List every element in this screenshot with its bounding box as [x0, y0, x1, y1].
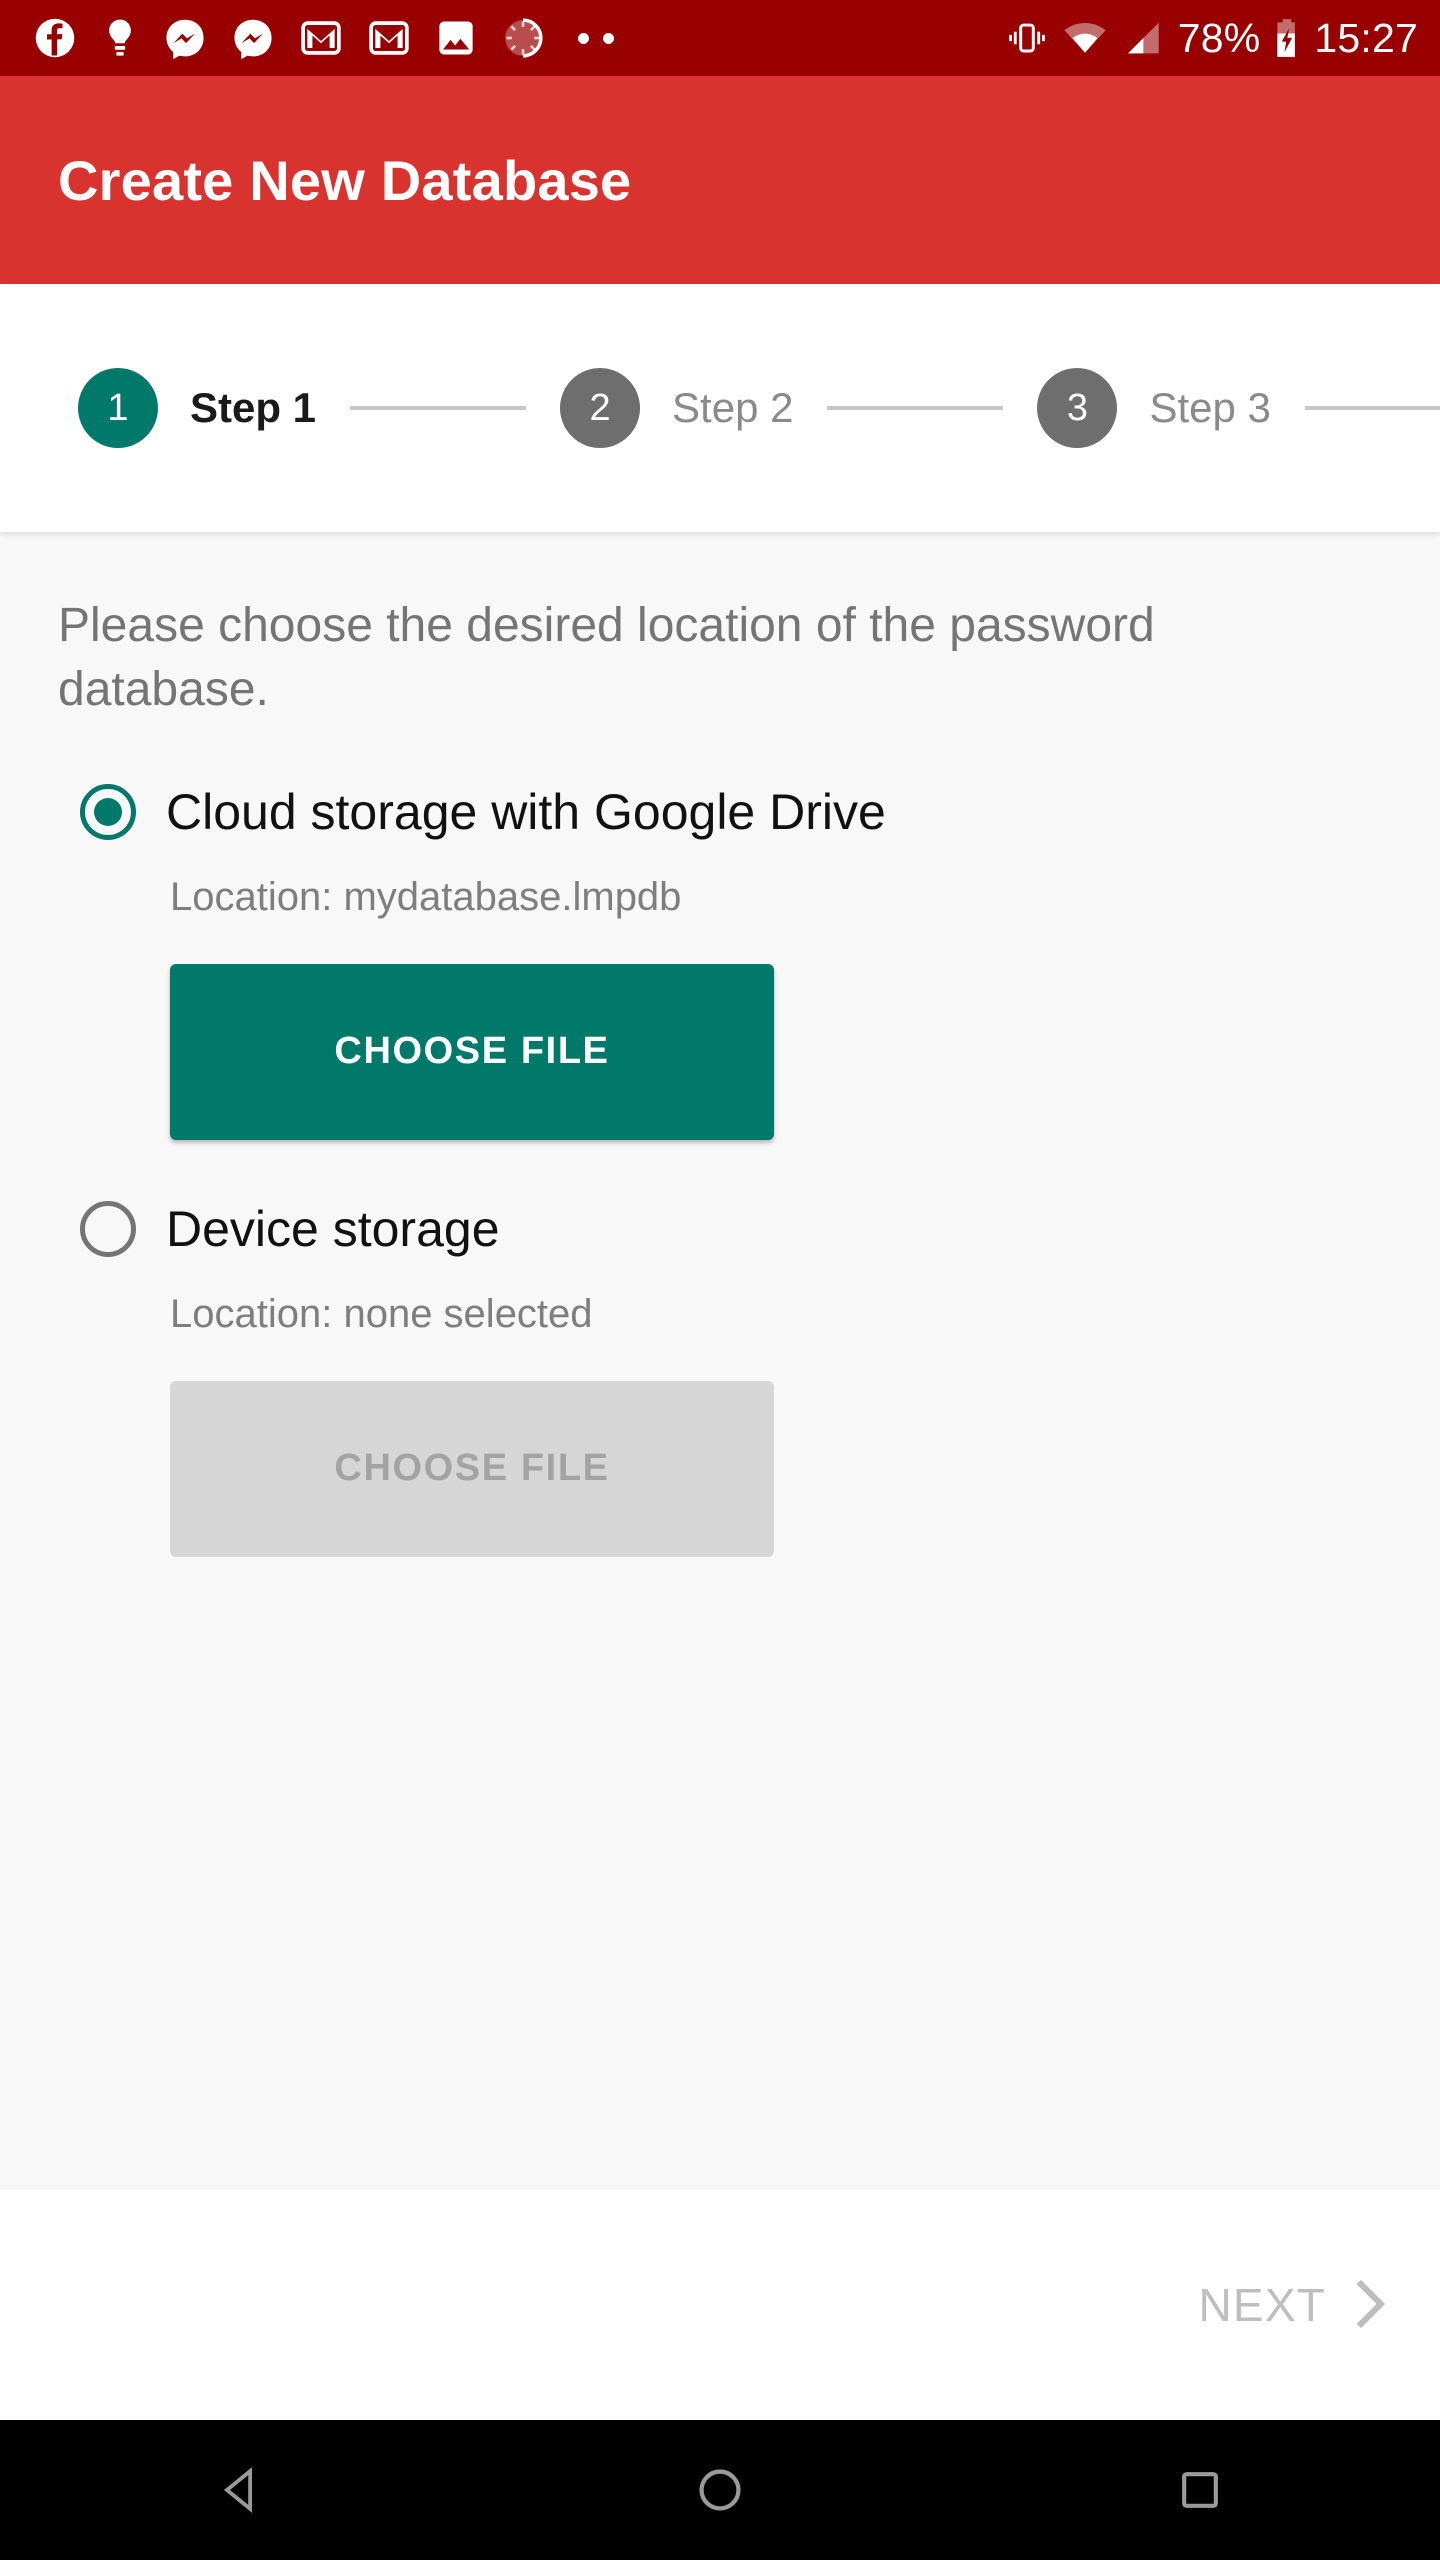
next-button[interactable]: NEXT	[1199, 2277, 1392, 2334]
cloud-storage-location: Location: mydatabase.lmpdb	[170, 874, 682, 919]
chevron-right-icon	[1348, 2277, 1392, 2334]
cellular-signal-icon	[1122, 17, 1164, 59]
step-connector	[827, 406, 1004, 410]
step-2-number: 2	[560, 368, 641, 448]
recents-square-icon[interactable]	[1100, 2420, 1300, 2560]
stepper-step-2[interactable]: 2 Step 2	[560, 368, 793, 448]
choose-file-button-cloud[interactable]: CHOOSE FILE	[170, 963, 774, 1140]
battery-percent-label: 78%	[1177, 14, 1261, 61]
instruction-text: Please choose the desired location of th…	[58, 599, 1155, 717]
radio-unselected-icon[interactable]	[80, 1200, 136, 1257]
status-indicators: 78% 15:27	[1006, 17, 1418, 59]
radio-selected-icon[interactable]	[80, 783, 136, 840]
stepper: 1 Step 1 2 Step 2 3 Step 3	[0, 284, 1440, 532]
page-title: Create New Database	[58, 148, 632, 212]
photo-icon	[436, 17, 476, 59]
battery-charging-icon	[1274, 17, 1300, 59]
stepper-step-3[interactable]: 3 Step 3	[1037, 368, 1271, 448]
gmail-icon	[300, 17, 342, 59]
bottom-bar: NEXT	[0, 2190, 1440, 2420]
cloud-storage-label: Cloud storage with Google Drive	[166, 783, 886, 840]
wifi-icon	[1062, 17, 1108, 59]
step-connector	[350, 406, 527, 410]
next-button-label: NEXT	[1198, 2279, 1326, 2331]
status-bar: 78% 15:27	[0, 0, 1440, 76]
gmail-icon	[368, 17, 410, 59]
facebook-icon	[34, 17, 76, 59]
vibrate-icon	[1006, 17, 1048, 59]
android-nav-bar	[0, 2420, 1440, 2560]
radio-dot	[94, 797, 122, 826]
notification-icons	[34, 17, 622, 59]
storage-option-device: Device storage Location: none selected C…	[58, 1200, 1382, 1557]
radio-option-device[interactable]: Device storage	[58, 1200, 1382, 1258]
messenger-icon	[164, 17, 206, 59]
radio-option-cloud[interactable]: Cloud storage with Google Drive	[58, 783, 1382, 841]
step-2-label: Step 2	[672, 384, 794, 431]
device-storage-location: Location: none selected	[170, 1291, 593, 1336]
more-notifications-icon	[578, 32, 614, 44]
home-circle-icon[interactable]	[620, 2420, 820, 2560]
step-3-number: 3	[1037, 368, 1118, 448]
back-triangle-icon[interactable]	[140, 2420, 340, 2560]
app-screen: 78% 15:27 Create New Database 1 Step 1 2…	[0, 0, 1440, 2560]
device-storage-label: Device storage	[166, 1200, 500, 1257]
clock-label: 15:27	[1314, 14, 1418, 61]
step-1-number: 1	[78, 368, 158, 448]
app-bar: Create New Database	[0, 76, 1440, 284]
step-1-label: Step 1	[190, 384, 317, 431]
storage-option-cloud: Cloud storage with Google Drive Location…	[58, 783, 1382, 1140]
step-connector	[1304, 406, 1440, 410]
choose-file-button-device: CHOOSE FILE	[170, 1380, 774, 1557]
step-3-label: Step 3	[1149, 384, 1271, 431]
sync-spinner-icon	[502, 17, 544, 59]
stepper-step-1[interactable]: 1 Step 1	[78, 368, 316, 448]
lightbulb-icon	[102, 17, 138, 59]
content-area: Please choose the desired location of th…	[0, 532, 1440, 2190]
messenger-icon	[232, 17, 274, 59]
